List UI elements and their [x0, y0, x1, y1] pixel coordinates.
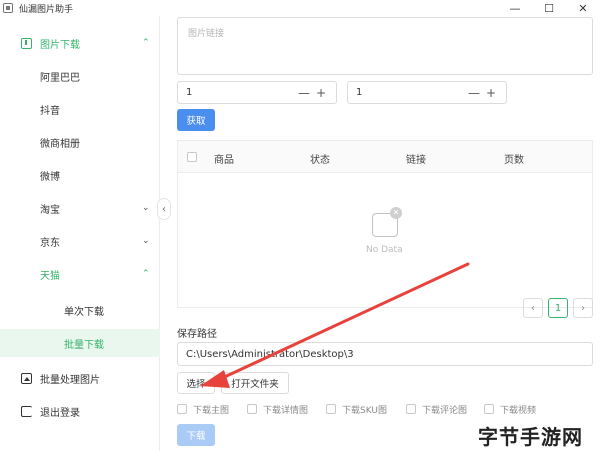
sidebar-item-logout[interactable]: 退出登录 — [0, 397, 160, 425]
sidebar-item-label: 批量处理图片 — [40, 374, 100, 386]
title-bar: 仙漏图片助手 — ☐ ✕ — [0, 0, 600, 16]
column-header-product: 商品 — [214, 155, 234, 166]
checkbox[interactable] — [177, 404, 187, 414]
open-folder-button[interactable]: 打开文件夹 — [221, 372, 289, 394]
save-path-input[interactable]: C:\Users\Administrator\Desktop\3 — [177, 342, 593, 366]
chevron-up-icon: ⌃ — [142, 269, 150, 279]
sidebar-item-wechat-album[interactable]: 微商相册 — [0, 128, 160, 156]
option-label: 下载详情图 — [263, 405, 309, 416]
checkbox[interactable] — [406, 404, 416, 414]
sidebar-item-label: 天猫 — [40, 270, 60, 282]
save-path-label: 保存路径 — [177, 329, 217, 340]
option-sku-images[interactable]: 下载SKU图 — [326, 403, 387, 416]
sidebar-item-batch-download[interactable]: 批量下载 — [0, 329, 160, 357]
sidebar-item-jd[interactable]: 京东 ⌄ — [0, 227, 160, 255]
exit-icon — [21, 405, 32, 417]
close-circle-icon: ✕ — [390, 207, 402, 219]
sidebar-item-taobao[interactable]: 淘宝 ⌄ — [0, 194, 160, 222]
image-icon — [21, 372, 32, 384]
stepper-value: 1 — [356, 87, 363, 98]
quantity-stepper-end[interactable]: 1 — + — [347, 81, 507, 104]
sidebar-item-label: 微商相册 — [40, 138, 80, 150]
increment-button[interactable]: + — [486, 86, 496, 100]
checkbox[interactable] — [484, 404, 494, 414]
sidebar-item-batch-process-images[interactable]: 批量处理图片 — [0, 364, 160, 392]
empty-state-text: No Data — [366, 245, 403, 255]
sidebar-item-label: 京东 — [40, 237, 60, 249]
option-videos[interactable]: 下载视频 — [484, 403, 537, 416]
sidebar-item-image-download[interactable]: 图片下载 ⌃ — [0, 29, 160, 57]
option-detail-images[interactable]: 下载详情图 — [247, 403, 309, 416]
watermark-text: 字节手游网 — [478, 425, 583, 449]
window-controls: — ☐ ✕ — [498, 0, 600, 16]
chevron-down-icon: ⌄ — [142, 236, 150, 246]
option-review-images[interactable]: 下载评论图 — [406, 403, 468, 416]
sidebar-item-tmall[interactable]: 天猫 ⌃ — [0, 260, 160, 288]
sidebar-item-label: 抖音 — [40, 105, 60, 117]
sidebar-item-label: 阿里巴巴 — [40, 72, 80, 84]
download-button[interactable]: 下载 — [177, 424, 215, 446]
fetch-button[interactable]: 获取 — [177, 109, 215, 131]
sidebar-item-single-download[interactable]: 单次下载 — [0, 296, 160, 324]
option-label: 下载评论图 — [422, 405, 468, 416]
minimize-button[interactable]: — — [498, 0, 532, 16]
option-label: 下载主图 — [193, 405, 230, 416]
chevron-down-icon: ⌄ — [142, 203, 150, 213]
sidebar-item-label: 退出登录 — [40, 407, 80, 419]
checkbox[interactable] — [247, 404, 257, 414]
table-header: 商品 状态 链接 页数 — [178, 141, 592, 173]
chevron-up-icon: ⌃ — [142, 38, 150, 48]
product-table: 商品 状态 链接 页数 ✕ No Data — [177, 140, 593, 308]
sidebar-item-label: 淘宝 — [40, 204, 60, 216]
column-header-status: 状态 — [310, 155, 330, 166]
column-header-link: 链接 — [406, 155, 426, 166]
maximize-button[interactable]: ☐ — [532, 0, 566, 16]
app-logo-icon — [3, 3, 13, 13]
download-icon — [21, 37, 32, 49]
image-link-textarea[interactable]: 图片链接 — [177, 17, 593, 75]
window-title: 仙漏图片助手 — [19, 4, 74, 15]
sidebar-item-douyin[interactable]: 抖音 — [0, 95, 160, 123]
checkbox[interactable] — [326, 404, 336, 414]
option-main-images[interactable]: 下载主图 — [177, 403, 230, 416]
decrement-button[interactable]: — — [298, 86, 310, 100]
sidebar-item-label: 单次下载 — [64, 306, 104, 318]
select-folder-button[interactable]: 选择 — [177, 372, 215, 394]
column-header-pages: 页数 — [504, 155, 524, 166]
close-button[interactable]: ✕ — [566, 0, 600, 16]
page-number-current[interactable]: 1 — [548, 298, 568, 318]
sidebar: 图片下载 ⌃ 阿里巴巴 抖音 微商相册 微博 淘宝 ⌄ 京东 ⌄ 天猫 ⌃ 单次… — [0, 16, 160, 451]
sidebar-item-weibo[interactable]: 微博 — [0, 161, 160, 189]
decrement-button[interactable]: — — [468, 86, 480, 100]
prev-page-button[interactable]: ‹ — [523, 298, 543, 318]
next-page-button[interactable]: › — [573, 298, 593, 318]
quantity-stepper-start[interactable]: 1 — + — [177, 81, 337, 104]
sidebar-item-label: 图片下载 — [40, 39, 80, 51]
option-label: 下载SKU图 — [342, 405, 387, 416]
stepper-value: 1 — [186, 87, 193, 98]
increment-button[interactable]: + — [316, 86, 326, 100]
sidebar-item-alibaba[interactable]: 阿里巴巴 — [0, 62, 160, 90]
main-panel: 图片链接 1 — + 1 — + 获取 商品 状态 链接 页数 ✕ No Dat… — [160, 16, 600, 451]
sidebar-item-label: 微博 — [40, 171, 60, 183]
option-label: 下载视频 — [500, 405, 537, 416]
select-all-checkbox[interactable] — [187, 152, 197, 162]
sidebar-item-label: 批量下载 — [64, 339, 104, 351]
